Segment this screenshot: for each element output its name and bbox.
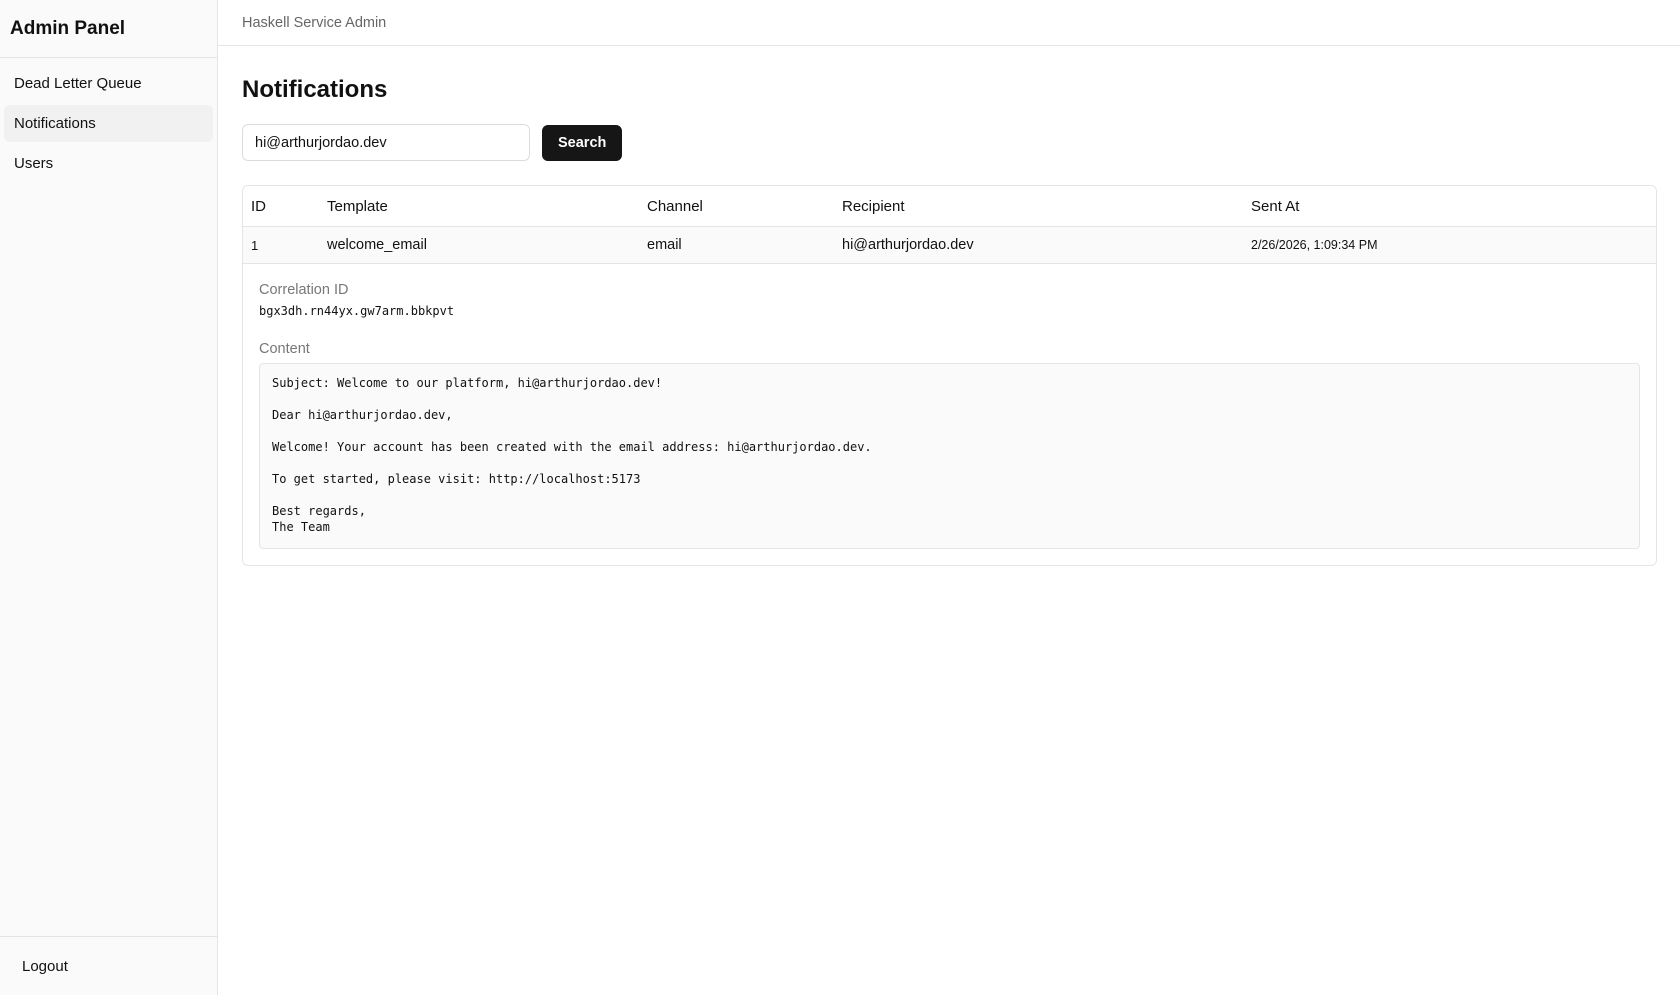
search-button[interactable]: Search	[542, 124, 623, 161]
column-header-sent-at: Sent At	[1251, 197, 1300, 215]
sidebar-header: Admin Panel	[0, 0, 217, 58]
table-row[interactable]: 1 welcome_email email hi@arthurjordao.de…	[243, 227, 1656, 264]
notifications-page: Notifications Search ID Template Channel…	[218, 46, 1680, 566]
topbar: Haskell Service Admin	[218, 0, 1680, 46]
column-header-id: ID	[251, 197, 266, 215]
column-header-channel: Channel	[647, 197, 703, 215]
topbar-title: Haskell Service Admin	[242, 14, 387, 31]
cell-id: 1	[251, 237, 259, 253]
sidebar-item-users[interactable]: Users	[4, 145, 213, 182]
correlation-id-value: bgx3dh.rn44yx.gw7arm.bbkpvt	[259, 304, 455, 318]
column-header-recipient: Recipient	[842, 197, 905, 215]
content-label: Content	[259, 341, 310, 357]
search-input[interactable]	[242, 124, 530, 161]
cell-recipient: hi@arthurjordao.dev	[842, 237, 974, 253]
cell-template: welcome_email	[327, 237, 427, 253]
sidebar-nav: Dead Letter Queue Notifications Users	[0, 58, 217, 936]
app-root: Admin Panel Dead Letter Queue Notificati…	[0, 0, 1680, 995]
cell-channel: email	[647, 237, 682, 253]
sidebar-footer: Logout	[0, 936, 217, 995]
cell-sent-at: 2/26/2026, 1:09:34 PM	[1251, 238, 1378, 252]
notifications-table: ID Template Channel Recipient Sent At 1 …	[242, 185, 1657, 566]
table-header-row: ID Template Channel Recipient Sent At	[243, 186, 1656, 227]
sidebar: Admin Panel Dead Letter Queue Notificati…	[0, 0, 218, 995]
logout-button[interactable]: Logout	[22, 958, 68, 975]
notification-details: Correlation ID bgx3dh.rn44yx.gw7arm.bbkp…	[243, 264, 1656, 565]
page-title: Notifications	[242, 76, 388, 103]
search-bar: Search	[242, 124, 1658, 161]
sidebar-item-notifications[interactable]: Notifications	[4, 105, 213, 142]
column-header-template: Template	[327, 197, 388, 215]
sidebar-item-dead-letter-queue[interactable]: Dead Letter Queue	[4, 65, 213, 102]
main-area: Haskell Service Admin Notifications Sear…	[218, 0, 1680, 995]
correlation-id-label: Correlation ID	[259, 282, 349, 298]
app-brand: Admin Panel	[10, 17, 126, 39]
content-body: Subject: Welcome to our platform, hi@art…	[259, 363, 1640, 549]
